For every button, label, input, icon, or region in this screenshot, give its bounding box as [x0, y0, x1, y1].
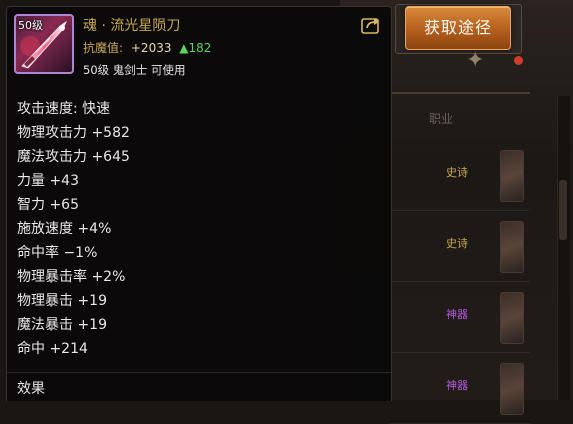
stat-list: 攻击速度: 快速 物理攻击力 +582 魔法攻击力 +645 力量 +43 智力… — [17, 97, 130, 361]
item-list: 史诗 史诗 神器 神器 — [390, 140, 530, 424]
list-item[interactable]: 神器 — [390, 282, 530, 353]
effect-section-title: 效果 — [17, 381, 45, 397]
magic-resist-line: 抗魔值: +2033 ▲182 — [83, 39, 211, 56]
item-level-badge: 50级 — [18, 19, 43, 32]
acquire-source-button[interactable]: 获取途径 — [405, 6, 511, 50]
list-item[interactable]: 史诗 — [390, 211, 530, 282]
stat-cast-speed: 施放速度 +4% — [17, 221, 112, 237]
grade-label: 史诗 — [446, 166, 468, 179]
stat-physical-crit: 物理暴击 +19 — [17, 293, 107, 309]
resist-value: +2033 — [130, 41, 172, 55]
section-divider — [7, 372, 391, 373]
stat-attack-speed: 攻击速度: 快速 — [17, 101, 111, 117]
item-icon-frame: 50级 — [14, 14, 74, 74]
share-arrow-icon[interactable] — [361, 16, 381, 34]
list-item[interactable]: 史诗 — [390, 140, 530, 211]
list-item[interactable]: 神器 — [390, 353, 530, 424]
resist-delta: ▲182 — [179, 41, 212, 55]
item-thumbnail[interactable] — [500, 150, 524, 202]
item-thumbnail[interactable] — [500, 292, 524, 344]
stat-magic-attack: 魔法攻击力 +645 — [17, 149, 130, 165]
class-requirement: 50级 鬼剑士 可使用 — [83, 63, 186, 77]
sparkle-icon: ✦ — [466, 48, 485, 73]
stat-accuracy: 命中 +214 — [17, 341, 88, 357]
stat-physical-attack: 物理攻击力 +582 — [17, 125, 130, 141]
stat-magic-crit: 魔法暴击 +19 — [17, 317, 107, 333]
scrollbar-track[interactable] — [557, 96, 570, 400]
stat-intelligence: 智力 +65 — [17, 197, 79, 213]
grade-label: 神器 — [446, 379, 468, 392]
resist-label: 抗魔值: — [83, 41, 124, 55]
scrollbar-thumb[interactable] — [559, 180, 567, 240]
header-divider — [390, 92, 530, 94]
stat-strength: 力量 +43 — [17, 173, 79, 189]
item-name: 魂 · 流光星陨刀 — [83, 18, 181, 34]
tab-class[interactable]: 职业 — [420, 108, 462, 130]
stat-physical-crit-rate: 物理暴击率 +2% — [17, 269, 126, 285]
stat-hit-rate: 命中率 −1% — [17, 245, 98, 261]
grade-label: 史诗 — [446, 237, 468, 250]
item-thumbnail[interactable] — [500, 221, 524, 273]
grade-label: 神器 — [446, 308, 468, 321]
notification-dot — [514, 56, 523, 65]
item-thumbnail[interactable] — [500, 363, 524, 415]
item-tooltip: 50级 魂 · 流光星陨刀 抗魔值: +2033 ▲182 50级 鬼剑士 可使… — [6, 6, 392, 401]
